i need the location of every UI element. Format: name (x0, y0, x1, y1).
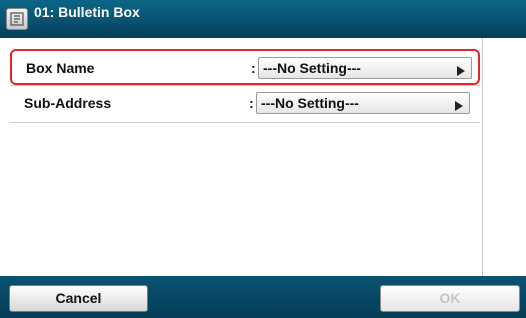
bulletin-box-icon (6, 8, 28, 30)
sub-address-label: Sub-Address (24, 95, 112, 111)
separator: : (251, 60, 256, 76)
separator: : (249, 95, 254, 111)
box-name-value: ---No Setting--- (263, 60, 361, 76)
page-title: 01: Bulletin Box (34, 4, 140, 20)
footer-bar: Cancel OK (0, 276, 526, 318)
arrow-right-icon (457, 66, 465, 76)
bulletin-box-screen: 01: Bulletin Box Box Name : ---No Settin… (0, 0, 526, 318)
row-divider (10, 122, 480, 123)
header-bar: 01: Bulletin Box (0, 0, 526, 38)
box-name-value-button[interactable]: ---No Setting--- (258, 57, 472, 79)
sub-address-value-button[interactable]: ---No Setting--- (256, 92, 470, 114)
scroll-area-divider (482, 38, 483, 276)
arrow-right-icon (455, 101, 463, 111)
sub-address-row[interactable]: Sub-Address : ---No Setting--- (10, 86, 480, 122)
sub-address-value: ---No Setting--- (261, 95, 359, 111)
ok-button[interactable]: OK (380, 285, 520, 312)
cancel-button[interactable]: Cancel (9, 285, 148, 312)
box-name-label: Box Name (26, 60, 95, 76)
box-name-row[interactable]: Box Name : ---No Setting--- (10, 49, 480, 85)
